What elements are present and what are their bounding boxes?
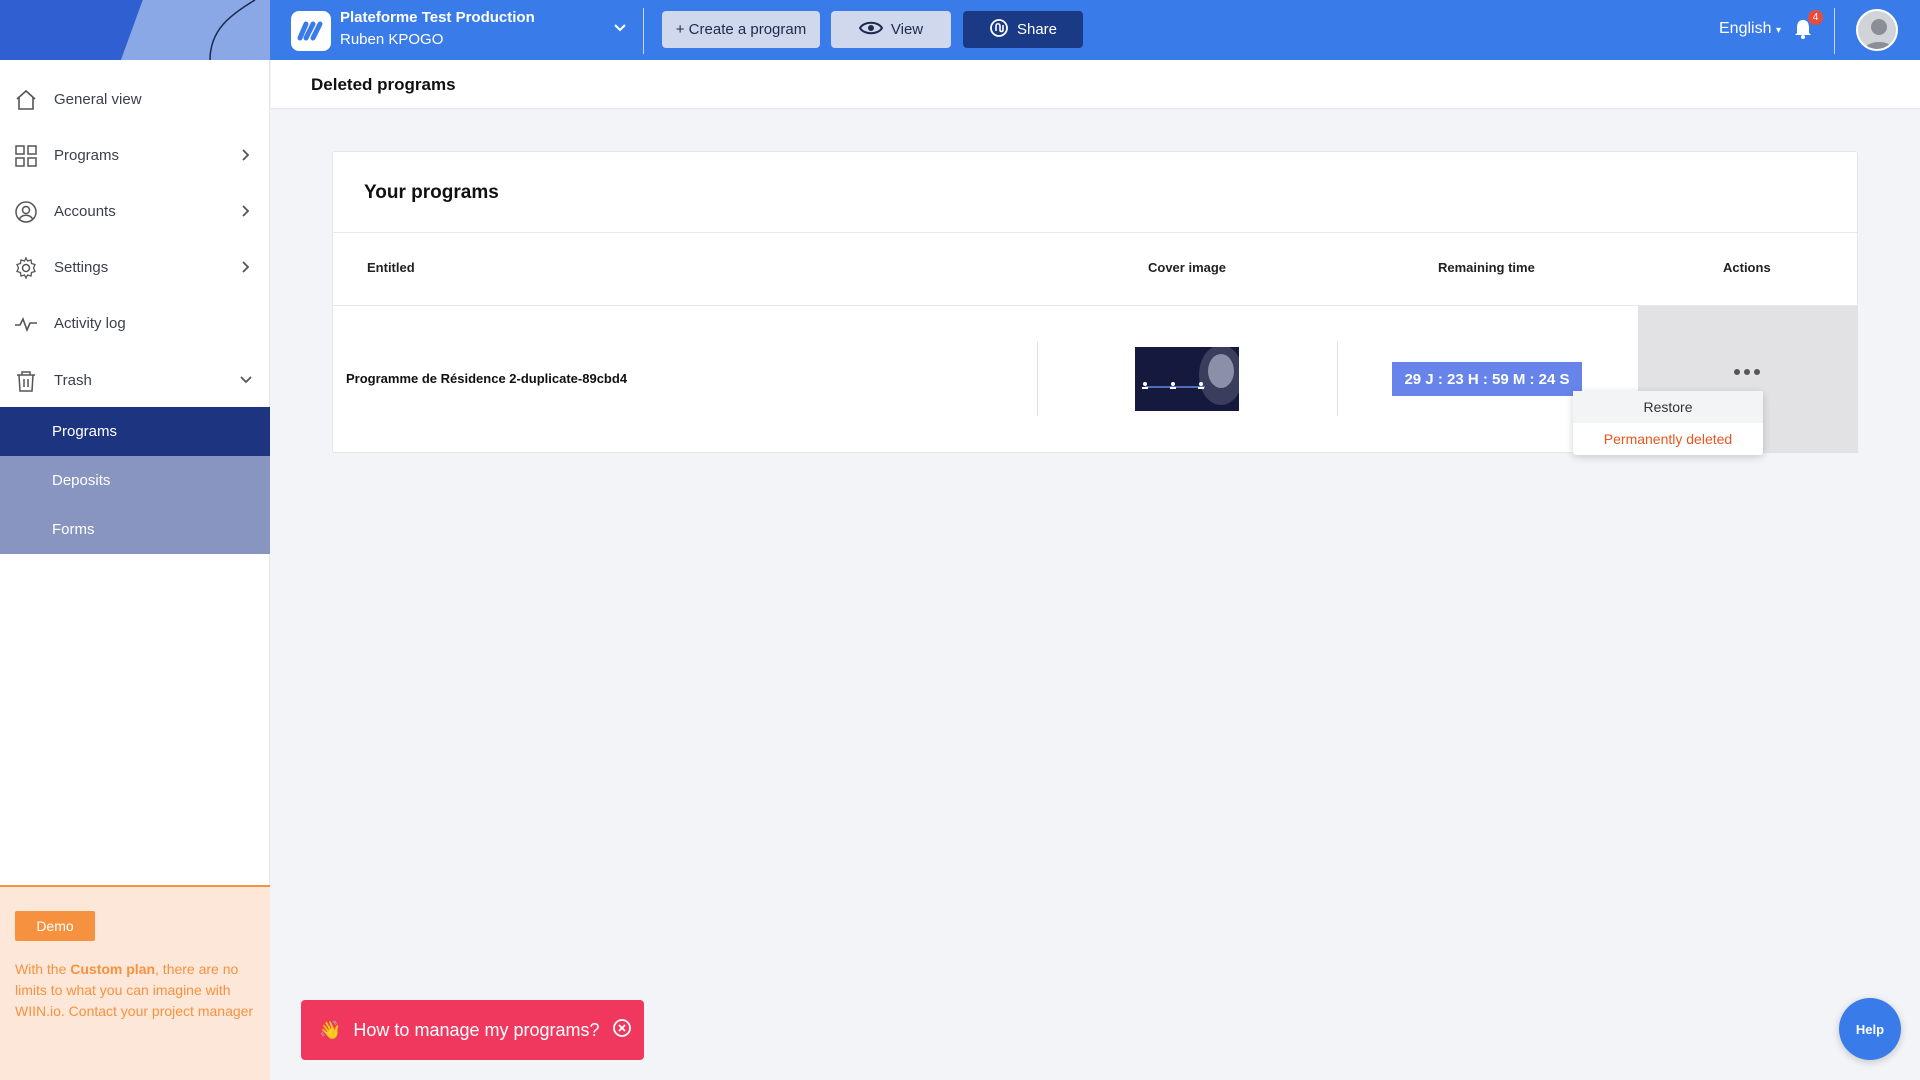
wave-icon: 👋 (319, 1019, 342, 1040)
cover-image (1135, 347, 1239, 411)
language-label: English (1719, 20, 1772, 37)
trash-sub-programs[interactable]: Programs (0, 407, 270, 456)
sidebar-item-trash[interactable]: Trash (0, 357, 270, 403)
help-button[interactable]: Help (1839, 998, 1901, 1060)
sidebar-item-label: General view (54, 90, 142, 108)
sidebar-item-label: Programs (54, 146, 120, 164)
sidebar: General view Programs Accounts Settings … (0, 60, 270, 1080)
notification-badge: 4 (1808, 10, 1823, 25)
sidebar-item-settings[interactable]: Settings (0, 244, 270, 290)
promo-text: With the Custom plan, there are no limit… (15, 959, 260, 1022)
trash-sub-forms[interactable]: Forms (0, 505, 270, 554)
howto-banner[interactable]: 👋 How to manage my programs? (301, 1000, 644, 1060)
chevron-down-icon (238, 372, 254, 393)
eye-icon (858, 20, 884, 40)
home-icon (14, 88, 38, 117)
divider (643, 8, 644, 54)
workspace-user[interactable]: Ruben KPOGO (340, 31, 443, 48)
share-label: Share (1016, 21, 1058, 38)
chevron-down-icon[interactable] (612, 20, 628, 41)
sidebar-item-label: Trash (54, 371, 92, 389)
column-header-entitled[interactable]: Entitled (367, 260, 415, 275)
divider (333, 305, 1857, 306)
program-name: Programme de Résidence 2-duplicate-89cbd… (346, 371, 628, 386)
create-program-label: + Create a program (675, 21, 807, 38)
sidebar-item-label: Activity log (54, 314, 126, 332)
sidebar-item-label: Accounts (54, 202, 116, 220)
restore-menu-item[interactable]: Restore (1573, 391, 1763, 423)
brand-area (0, 0, 270, 60)
language-selector[interactable]: English ▾ (1719, 20, 1781, 38)
chevron-right-icon (238, 147, 254, 168)
share-icon (989, 18, 1009, 42)
howto-label: How to manage my programs? (353, 1019, 600, 1040)
sidebar-item-label: Settings (54, 258, 109, 276)
share-button[interactable]: Share (963, 11, 1083, 48)
gear-icon (14, 256, 38, 285)
column-header-actions: Actions (1723, 260, 1771, 275)
avatar[interactable] (1856, 9, 1898, 51)
brand-curve (209, 0, 256, 60)
column-header-remaining-time: Remaining time (1438, 260, 1535, 275)
workspace-title[interactable]: Plateforme Test Production (340, 9, 535, 26)
permanently-delete-menu-item[interactable]: Permanently deleted (1573, 423, 1763, 455)
demo-button[interactable]: Demo (15, 911, 95, 941)
user-circle-icon (14, 200, 38, 229)
close-circle-icon[interactable] (612, 1018, 632, 1043)
divider (1834, 8, 1835, 54)
sidebar-item-accounts[interactable]: Accounts (0, 188, 270, 234)
card-title: Your programs (364, 182, 499, 203)
column-separator (1037, 342, 1038, 416)
create-program-button[interactable]: + Create a program (662, 11, 820, 48)
sidebar-item-general-view[interactable]: General view (0, 76, 270, 122)
activity-icon (14, 312, 38, 341)
plan-promo: Demo With the Custom plan, there are no … (0, 885, 270, 1080)
sidebar-item-activity-log[interactable]: Activity log (0, 300, 270, 346)
page-title: Deleted programs (311, 75, 456, 94)
action-menu: Restore Permanently deleted (1573, 391, 1763, 455)
view-button[interactable]: View (831, 11, 951, 48)
caret-down-icon: ▾ (1775, 25, 1781, 36)
divider (333, 232, 1857, 233)
trash-sub-deposits[interactable]: Deposits (0, 456, 270, 505)
more-options-icon[interactable] (1733, 364, 1761, 382)
remaining-time-badge: 29 J : 23 H : 59 M : 24 S (1392, 362, 1582, 396)
view-label: View (890, 21, 924, 38)
top-bar: Plateforme Test Production Ruben KPOGO +… (0, 0, 1920, 60)
promo-text-bold: Custom plan (70, 961, 156, 977)
promo-text-before: With the (15, 961, 71, 977)
chevron-right-icon (238, 203, 254, 224)
trash-icon (14, 369, 38, 398)
column-header-cover-image: Cover image (1148, 260, 1227, 275)
workspace-logo[interactable] (291, 11, 331, 51)
page-header: Deleted programs (271, 60, 1920, 109)
chevron-right-icon (238, 259, 254, 280)
grid-icon (14, 144, 38, 173)
brand-shape (0, 0, 147, 60)
column-separator (1337, 342, 1338, 416)
sidebar-item-programs[interactable]: Programs (0, 132, 270, 178)
